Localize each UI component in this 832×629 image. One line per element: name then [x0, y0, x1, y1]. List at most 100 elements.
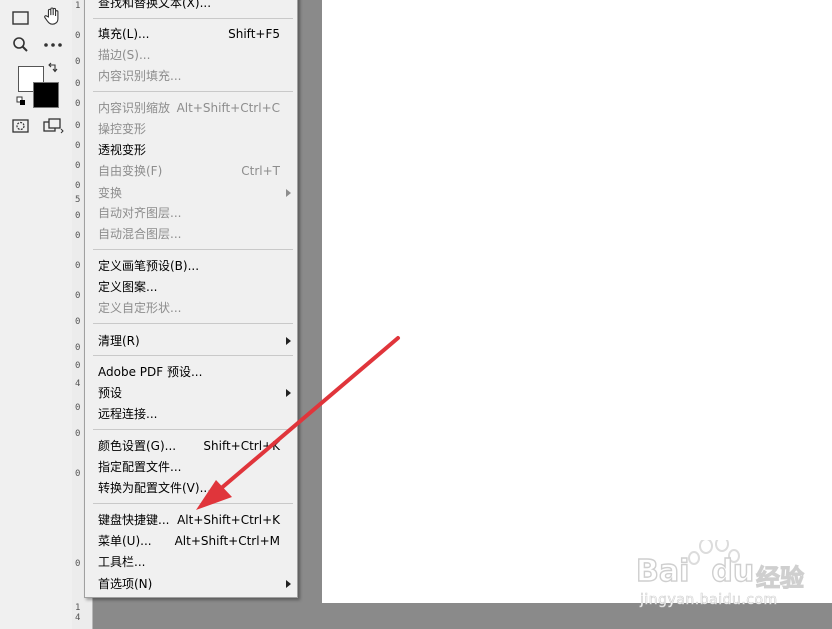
menu-item-label: 操控变形: [98, 122, 147, 136]
quick-mask-icon[interactable]: [10, 116, 32, 136]
menu-separator: [93, 429, 293, 430]
watermark-brand: Bai: [635, 553, 690, 589]
default-colors-icon[interactable]: [16, 96, 26, 106]
baidu-watermark: Bai du 经验 jingyan.baidu.com: [635, 540, 832, 625]
menu-item-label: 工具栏...: [98, 555, 146, 569]
ruler-label: 0: [75, 79, 81, 89]
menu-item-shortcut: Alt+Shift+Ctrl+K: [177, 513, 280, 527]
menu-item-label: 远程连接...: [98, 407, 158, 421]
background-color-swatch[interactable]: [33, 82, 59, 108]
ruler-label: 1: [75, 1, 81, 11]
ruler-label: 0: [75, 429, 81, 439]
menu-separator: [93, 91, 293, 92]
menu-item-label: 预设: [98, 386, 123, 400]
submenu-arrow-icon: [286, 189, 291, 197]
menu-item-label: 定义自定形状...: [98, 301, 182, 315]
ruler-label: 0: [75, 403, 81, 413]
screen-mode-icon[interactable]: [42, 116, 64, 136]
swap-colors-icon[interactable]: [47, 62, 59, 74]
menu-item-label: 指定配置文件...: [98, 460, 182, 474]
menu-item-purge[interactable]: 清理(R): [85, 331, 297, 351]
menu-item-label: 自由变换(F): [98, 164, 163, 178]
menu-item-preferences[interactable]: 首选项(N): [85, 574, 297, 594]
ruler-label: 4: [75, 379, 81, 389]
menu-item-label: 变换: [98, 186, 123, 200]
menu-item-define-custom-shape[interactable]: 定义自定形状...: [85, 298, 297, 318]
menu-item-label: 查找和替换文本(X)...: [98, 0, 212, 10]
menu-item-color-settings[interactable]: 颜色设置(G)... Shift+Ctrl+K: [85, 436, 297, 456]
menu-item-content-aware-scale[interactable]: 内容识别缩放 Alt+Shift+Ctrl+C: [85, 98, 297, 118]
menu-item-label: 内容识别缩放: [98, 101, 171, 115]
menu-item-auto-align-layers[interactable]: 自动对齐图层...: [85, 203, 297, 223]
edit-menu-dropdown: 查找和替换文本(X)... 填充(L)... Shift+F5 描边(S)... …: [84, 0, 298, 598]
menu-item-label: 内容识别填充...: [98, 69, 182, 83]
ruler-label: 0: [75, 211, 81, 221]
menu-item-transform[interactable]: 变换: [85, 183, 297, 203]
menu-item-label: 描边(S)...: [98, 48, 151, 62]
menu-item-label: 透视变形: [98, 143, 147, 157]
ruler-label: 0: [75, 121, 81, 131]
submenu-arrow-icon: [286, 389, 291, 397]
document-canvas[interactable]: [322, 0, 832, 603]
menu-item-shortcut: Alt+Shift+Ctrl+C: [176, 101, 280, 115]
menu-item-convert-to-profile[interactable]: 转换为配置文件(V)...: [85, 478, 297, 498]
menu-item-content-aware-fill[interactable]: 内容识别填充...: [85, 66, 297, 86]
menu-item-assign-profile[interactable]: 指定配置文件...: [85, 457, 297, 477]
zoom-tool-icon[interactable]: [10, 35, 32, 55]
ruler-label: 0: [75, 469, 81, 479]
ruler-label: 0: [75, 31, 81, 41]
menu-item-label: 首选项(N): [98, 577, 153, 591]
watermark-jingyan: 经验: [756, 564, 805, 593]
ruler-label: 1: [75, 603, 81, 613]
menu-item-menus[interactable]: 菜单(U)... Alt+Shift+Ctrl+M: [85, 531, 297, 551]
ruler-label: 0: [75, 261, 81, 271]
ruler-label: 0: [75, 161, 81, 171]
menu-item-label: 键盘快捷键...: [98, 513, 170, 527]
rectangle-marquee-icon[interactable]: [10, 8, 32, 28]
menu-item-perspective-warp[interactable]: 透视变形: [85, 140, 297, 160]
ruler-label: 0: [75, 317, 81, 327]
menu-item-presets[interactable]: 预设: [85, 383, 297, 403]
menu-item-find-replace-text[interactable]: 查找和替换文本(X)...: [85, 0, 297, 13]
menu-item-define-brush-preset[interactable]: 定义画笔预设(B)...: [85, 256, 297, 276]
menu-item-shortcut: Ctrl+T: [241, 164, 280, 178]
ruler-label: 0: [75, 141, 81, 151]
ruler-label: 0: [75, 559, 81, 569]
menu-item-shortcut: Shift+Ctrl+K: [203, 439, 280, 453]
menu-item-keyboard-shortcuts[interactable]: 键盘快捷键... Alt+Shift+Ctrl+K: [85, 510, 297, 530]
ruler-label: 0: [75, 231, 81, 241]
menu-item-label: 定义图案...: [98, 280, 158, 294]
menu-item-remote-connections[interactable]: 远程连接...: [85, 404, 297, 424]
menu-item-adobe-pdf-presets[interactable]: Adobe PDF 预设...: [85, 362, 297, 382]
menu-item-auto-blend-layers[interactable]: 自动混合图层...: [85, 224, 297, 244]
ruler-label: 0: [75, 57, 81, 67]
menu-separator: [93, 323, 293, 324]
menu-item-label: Adobe PDF 预设...: [98, 365, 203, 379]
ruler-label: 0: [75, 361, 81, 371]
menu-item-label: 清理(R): [98, 334, 140, 348]
menu-item-stroke[interactable]: 描边(S)...: [85, 45, 297, 65]
ruler-label: 4: [75, 613, 81, 623]
menu-separator: [93, 249, 293, 250]
menu-separator: [93, 355, 293, 356]
menu-item-label: 自动混合图层...: [98, 227, 182, 241]
submenu-arrow-icon: [286, 580, 291, 588]
menu-item-label: 自动对齐图层...: [98, 206, 182, 220]
menu-item-fill[interactable]: 填充(L)... Shift+F5: [85, 24, 297, 44]
menu-item-label: 转换为配置文件(V)...: [98, 481, 212, 495]
menu-item-shortcut: Alt+Shift+Ctrl+M: [174, 534, 280, 548]
ruler-label: 0: [75, 343, 81, 353]
menu-item-label: 菜单(U)...: [98, 534, 152, 548]
watermark-url: jingyan.baidu.com: [640, 592, 778, 609]
more-tools-icon[interactable]: [42, 35, 64, 55]
menu-item-free-transform[interactable]: 自由变换(F) Ctrl+T: [85, 161, 297, 181]
menu-separator: [93, 503, 293, 504]
menu-separator: [93, 18, 293, 19]
ruler-label: 0: [75, 291, 81, 301]
menu-item-toolbar[interactable]: 工具栏...: [85, 552, 297, 572]
menu-item-puppet-warp[interactable]: 操控变形: [85, 119, 297, 139]
ruler-label: 5: [75, 195, 81, 205]
hand-tool-icon[interactable]: [42, 6, 64, 26]
menu-item-define-pattern[interactable]: 定义图案...: [85, 277, 297, 297]
watermark-brand-suffix: du: [711, 553, 755, 589]
